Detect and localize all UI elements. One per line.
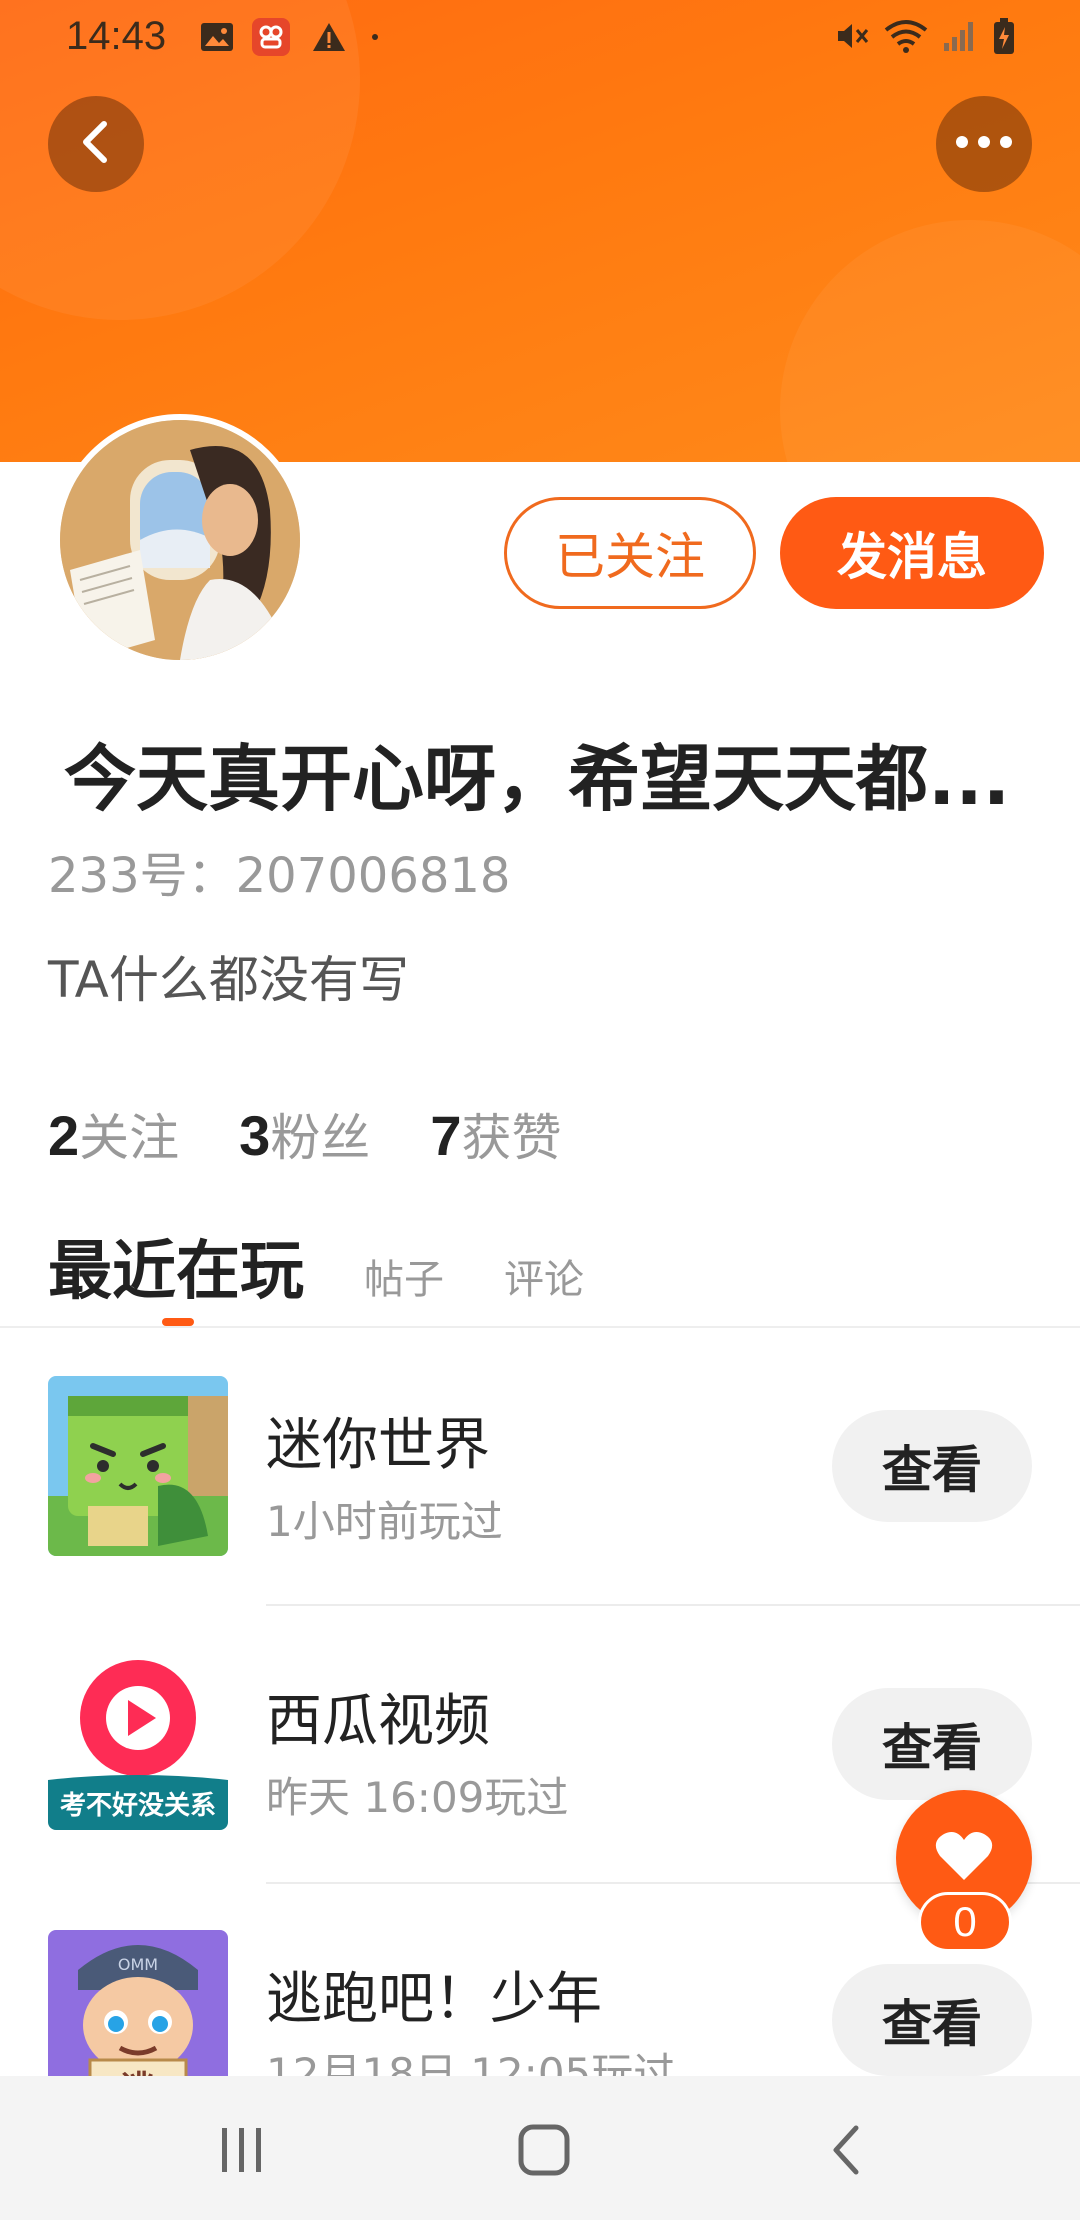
system-back-button[interactable] bbox=[806, 2112, 886, 2192]
chevron-left-icon bbox=[76, 118, 116, 170]
status-time: 14:43 bbox=[66, 14, 167, 58]
stat-likes[interactable]: 7获赞 bbox=[430, 1098, 561, 1170]
view-button[interactable]: 查看 bbox=[832, 1964, 1032, 2076]
avatar[interactable] bbox=[54, 414, 306, 666]
warning-icon bbox=[310, 18, 348, 56]
mute-icon bbox=[834, 18, 870, 58]
stat-label: 获赞 bbox=[461, 1109, 562, 1167]
stat-followers[interactable]: 3粉丝 bbox=[239, 1098, 370, 1170]
system-nav-bar bbox=[0, 2076, 1080, 2220]
view-button[interactable]: 查看 bbox=[832, 1688, 1032, 1800]
dot-icon bbox=[372, 34, 378, 40]
gallery-icon bbox=[198, 18, 236, 56]
status-right-icons bbox=[834, 18, 1016, 58]
tab-bar: 最近在玩 帖子 评论 bbox=[48, 1220, 584, 1310]
view-button[interactable]: 查看 bbox=[832, 1410, 1032, 1522]
tab-recently-played[interactable]: 最近在玩 bbox=[48, 1220, 304, 1312]
like-count-badge: 0 bbox=[918, 1892, 1012, 1952]
stat-number: 2 bbox=[48, 1104, 80, 1167]
active-tab-indicator bbox=[162, 1318, 194, 1326]
signal-icon bbox=[942, 19, 978, 57]
nickname: 今天真开心呀，希望天天都... bbox=[64, 737, 1011, 821]
user-id: 233号：207006818 bbox=[48, 848, 511, 904]
back-button[interactable] bbox=[48, 96, 144, 192]
battery-charging-icon bbox=[992, 17, 1016, 59]
last-played-time: 1小时前玩过 bbox=[266, 1497, 503, 1546]
home-button[interactable] bbox=[504, 2112, 584, 2192]
stat-label: 粉丝 bbox=[270, 1109, 371, 1167]
send-message-button[interactable]: 发消息 bbox=[780, 497, 1044, 609]
list-item[interactable]: 迷你世界 1小时前玩过 查看 bbox=[0, 1328, 1080, 1604]
last-played-time: 12月18日 12:05玩过 bbox=[266, 2049, 676, 2076]
bio: TA什么都没有写 bbox=[48, 951, 409, 1009]
chevron-left-icon bbox=[830, 2124, 862, 2180]
more-button[interactable] bbox=[936, 96, 1032, 192]
escape-cap-text: OMM bbox=[118, 1955, 158, 1974]
escape-sign-text: 逃 bbox=[121, 2069, 155, 2076]
heart-icon bbox=[934, 1828, 994, 1888]
home-icon bbox=[518, 2124, 570, 2180]
app-notification-icon bbox=[252, 18, 290, 56]
stat-following[interactable]: 2关注 bbox=[48, 1098, 179, 1170]
game-name: 迷你世界 bbox=[266, 1413, 490, 1478]
mini-world-game-icon bbox=[48, 1376, 228, 1556]
wifi-icon bbox=[884, 18, 928, 58]
tab-posts[interactable]: 帖子 bbox=[364, 1247, 444, 1305]
followed-button[interactable]: 已关注 bbox=[504, 497, 756, 609]
last-played-time: 昨天 16:09玩过 bbox=[266, 1773, 569, 1822]
tab-comments[interactable]: 评论 bbox=[504, 1247, 584, 1305]
escape-game-icon: OMM 逃 bbox=[48, 1930, 228, 2076]
game-name: 西瓜视频 bbox=[266, 1689, 490, 1754]
recent-apps-icon bbox=[220, 2126, 264, 2178]
recent-apps-button[interactable] bbox=[202, 2112, 282, 2192]
stat-number: 3 bbox=[239, 1104, 271, 1167]
game-name: 逃跑吧！少年 bbox=[266, 1967, 602, 2032]
xigua-video-app-icon: 考不好没关系 bbox=[48, 1650, 228, 1830]
xigua-banner-text: 考不好没关系 bbox=[60, 1791, 216, 1821]
stat-label: 关注 bbox=[79, 1109, 180, 1167]
stat-number: 7 bbox=[430, 1104, 462, 1167]
stats-row: 2关注 3粉丝 7获赞 bbox=[48, 1098, 561, 1168]
status-bar: 14:43 bbox=[0, 0, 1080, 72]
more-dots-icon bbox=[954, 134, 1014, 154]
list-item[interactable]: OMM 逃 逃跑吧！少年 12月18日 12:05玩过 查看 bbox=[0, 1884, 1080, 2076]
